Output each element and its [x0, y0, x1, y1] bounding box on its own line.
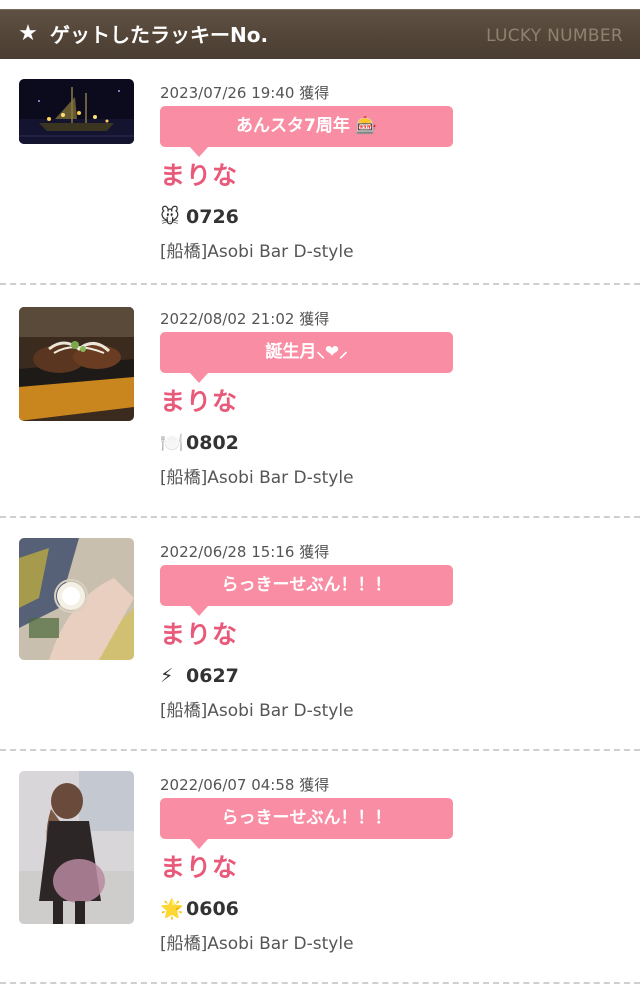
message-bubble: あんスタ7周年 🎰 — [160, 106, 453, 157]
shop-name[interactable]: [船橋]Asobi Bar D-style — [160, 700, 354, 722]
lucky-number-value: 0802 — [186, 432, 239, 454]
shop-name[interactable]: [船橋]Asobi Bar D-style — [160, 467, 354, 489]
cast-name[interactable]: まりな — [160, 386, 238, 418]
lucky-number-value: 0627 — [186, 665, 239, 687]
lucky-number: 🍽️ 0802 — [160, 430, 239, 456]
lucky-number-value: 0726 — [186, 206, 239, 228]
star-icon: ★ — [18, 21, 38, 46]
thumbnail-image[interactable] — [19, 538, 134, 660]
acquired-date: 2022/06/07 04:58 獲得 — [160, 776, 330, 794]
plate-icon: 🍽️ — [160, 432, 184, 454]
lucky-number-list: 2023/07/26 19:40 獲得 あんスタ7周年 🎰 まりな 🐭 0726 … — [0, 59, 640, 984]
person-photo — [19, 771, 134, 924]
acquired-date: 2023/07/26 19:40 獲得 — [160, 84, 330, 102]
night-ship-photo — [19, 79, 134, 144]
message-bubble: 誕生月⸜❤︎⸝ — [160, 332, 453, 383]
list-item[interactable]: 2022/06/28 15:16 獲得 らっきーせぶん！！！ まりな ⚡ 0627… — [0, 518, 640, 751]
thumbnail-image[interactable] — [19, 771, 134, 924]
acquired-date: 2022/08/02 21:02 獲得 — [160, 310, 330, 328]
thumbnail-image[interactable] — [19, 79, 134, 144]
glowing-star-icon: 🌟 — [160, 898, 184, 920]
message-bubble: らっきーせぶん！！！ — [160, 565, 453, 616]
cast-name[interactable]: まりな — [160, 852, 238, 884]
list-item[interactable]: 2023/07/26 19:40 獲得 あんスタ7周年 🎰 まりな 🐭 0726 … — [0, 59, 640, 285]
section-subtitle: LUCKY NUMBER — [486, 26, 623, 46]
section-title: ゲットしたラッキーNo. — [50, 23, 269, 47]
lucky-number: 🐭 0726 — [160, 204, 239, 230]
message-bubble: らっきーせぶん！！！ — [160, 798, 453, 849]
lucky-number: 🌟 0606 — [160, 896, 239, 922]
shop-name[interactable]: [船橋]Asobi Bar D-style — [160, 933, 354, 955]
lightning-icon: ⚡ — [160, 665, 174, 687]
food-photo — [19, 307, 134, 421]
lucky-number: ⚡ 0627 — [160, 663, 239, 689]
mouse-icon: 🐭 — [160, 206, 180, 228]
ring-photo — [19, 538, 134, 660]
acquired-date: 2022/06/28 15:16 獲得 — [160, 543, 330, 561]
lucky-number-value: 0606 — [186, 898, 239, 920]
section-header: ★ ゲットしたラッキーNo. LUCKY NUMBER — [0, 9, 640, 59]
list-item[interactable]: 2022/06/07 04:58 獲得 らっきーせぶん！！！ まりな 🌟 0606… — [0, 751, 640, 984]
cast-name[interactable]: まりな — [160, 160, 238, 192]
thumbnail-image[interactable] — [19, 307, 134, 421]
cast-name[interactable]: まりな — [160, 619, 238, 651]
list-item[interactable]: 2022/08/02 21:02 獲得 誕生月⸜❤︎⸝ まりな 🍽️ 0802 [… — [0, 285, 640, 518]
shop-name[interactable]: [船橋]Asobi Bar D-style — [160, 241, 354, 263]
